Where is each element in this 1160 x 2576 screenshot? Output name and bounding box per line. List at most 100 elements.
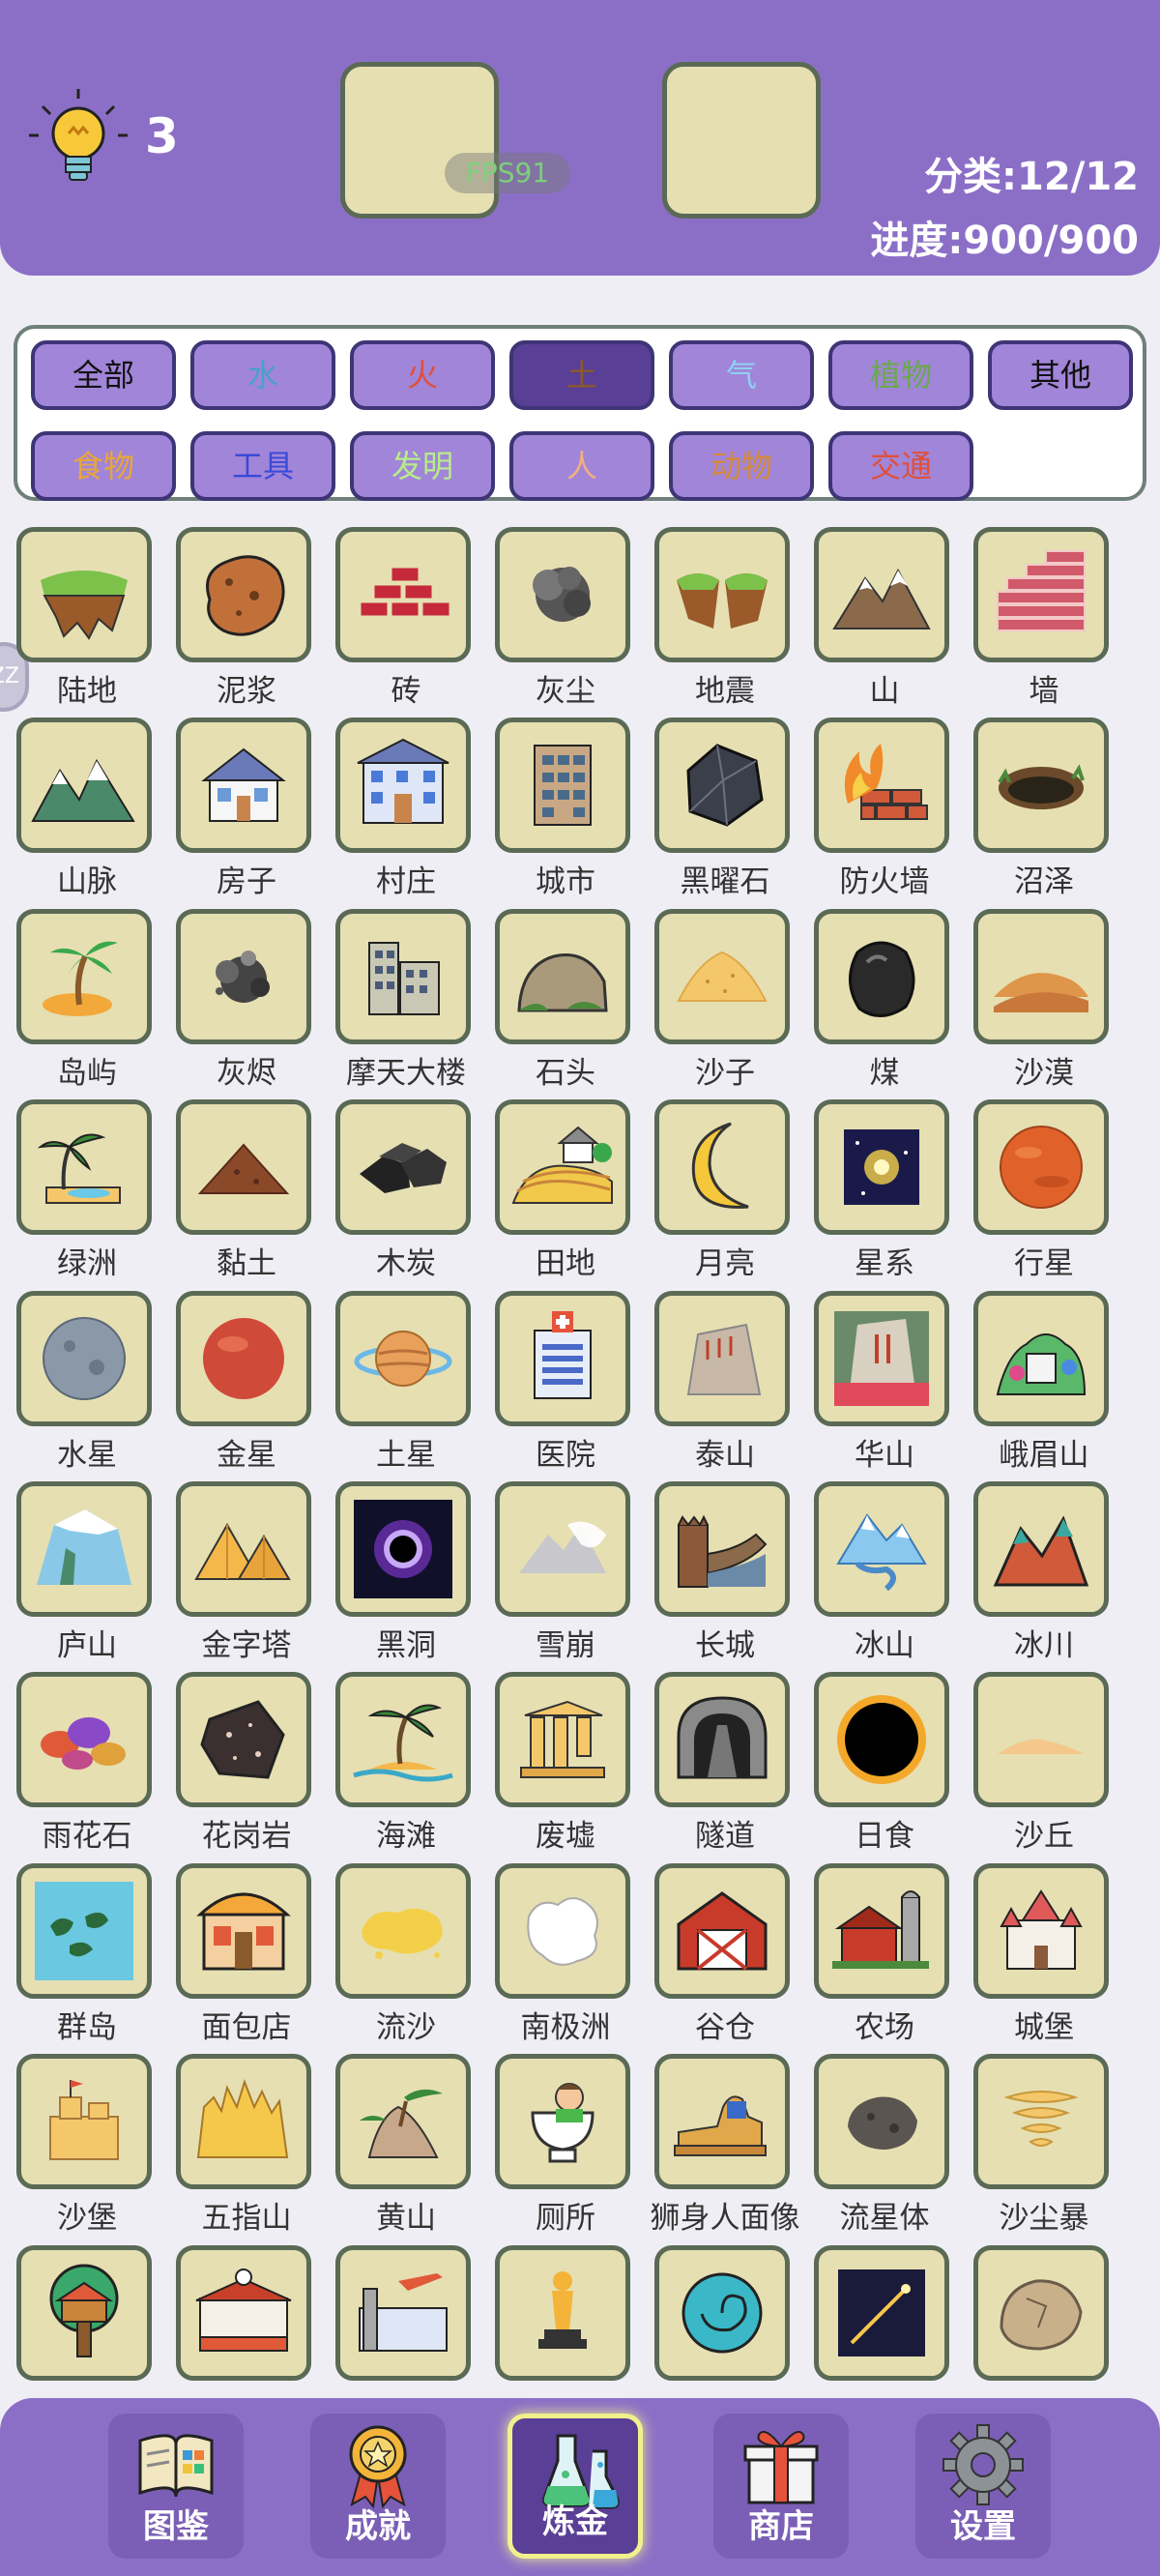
category-tab[interactable]: 交通 [828,431,973,501]
element-tile[interactable]: 绿洲 [8,1099,166,1289]
category-tab[interactable]: 工具 [190,431,335,501]
element-card[interactable] [495,1672,630,1807]
element-tile[interactable]: 冰川 [965,1481,1123,1671]
category-tab[interactable]: 全部 [31,340,176,410]
element-tile[interactable]: 城市 [486,717,645,907]
element-card[interactable] [654,717,790,853]
element-card[interactable] [495,1291,630,1426]
element-card[interactable] [973,1291,1109,1426]
element-card[interactable] [973,527,1109,662]
element-tile[interactable]: 流沙 [327,1863,485,2053]
element-card[interactable] [335,1481,471,1617]
element-tile[interactable]: 行星 [965,1099,1123,1289]
element-card[interactable] [814,1099,949,1235]
element-tile[interactable]: 面包店 [167,1863,326,2053]
category-tab[interactable]: 火 [350,340,495,410]
element-card[interactable] [495,527,630,662]
element-card[interactable] [176,527,311,662]
element-card[interactable] [495,2054,630,2189]
nav-encyclopedia[interactable]: 图鉴 [108,2414,244,2559]
element-tile[interactable]: 石头 [486,909,645,1098]
element-card[interactable] [654,2054,790,2189]
element-card[interactable] [16,1863,152,1999]
element-card[interactable] [495,717,630,853]
element-card[interactable] [176,1863,311,1999]
element-card[interactable] [495,1863,630,1999]
element-tile[interactable]: 谷仓 [646,1863,804,2053]
category-tab[interactable]: 土 [509,340,654,410]
element-card[interactable] [814,1481,949,1617]
element-card[interactable] [16,527,152,662]
element-tile[interactable]: 海滩 [327,1672,485,1861]
element-card[interactable] [176,909,311,1044]
element-tile[interactable]: 煤 [805,909,964,1098]
element-tile[interactable]: 南极洲 [486,1863,645,2053]
element-tile[interactable]: 黏土 [167,1099,326,1289]
element-tile[interactable]: 摩天大楼 [327,909,485,1098]
element-tile[interactable]: 山脉 [8,717,166,907]
element-tile[interactable]: 黄山 [327,2054,485,2243]
element-card[interactable] [176,717,311,853]
lightbulb-hint-icon[interactable] [25,85,131,191]
element-card[interactable] [973,909,1109,1044]
element-tile[interactable]: 峨眉山 [965,1291,1123,1480]
element-tile[interactable]: 医院 [486,1291,645,1480]
element-card[interactable] [335,2245,471,2381]
element-card[interactable] [654,1099,790,1235]
element-card[interactable] [16,1481,152,1617]
category-tab[interactable]: 气 [669,340,814,410]
category-tab[interactable]: 植物 [828,340,973,410]
element-tile[interactable]: 金字塔 [167,1481,326,1671]
element-tile[interactable]: 长城 [646,1481,804,1671]
element-tile[interactable]: 庐山 [8,1481,166,1671]
element-card[interactable] [654,1863,790,1999]
element-card[interactable] [16,2245,152,2381]
element-tile[interactable]: 陆地 [8,527,166,717]
element-tile[interactable]: 沙子 [646,909,804,1098]
element-tile[interactable]: 金星 [167,1291,326,1480]
element-tile[interactable]: 隧道 [646,1672,804,1861]
element-tile[interactable]: 废墟 [486,1672,645,1861]
element-card[interactable] [973,717,1109,853]
element-card[interactable] [16,717,152,853]
element-tile[interactable]: 沙漠 [965,909,1123,1098]
element-tile[interactable]: 黑曜石 [646,717,804,907]
element-card[interactable] [973,1863,1109,1999]
element-card[interactable] [495,1099,630,1235]
element-card[interactable] [654,1481,790,1617]
element-card[interactable] [973,2054,1109,2189]
element-card[interactable] [495,1481,630,1617]
element-card[interactable] [176,1672,311,1807]
category-tab[interactable]: 其他 [988,340,1133,410]
element-card[interactable] [335,1863,471,1999]
element-tile[interactable]: 沙尘暴 [965,2054,1123,2243]
element-card[interactable] [814,2054,949,2189]
combine-slot-right[interactable] [662,62,821,219]
element-tile[interactable]: 日食 [805,1672,964,1861]
element-tile[interactable]: 沙堡 [8,2054,166,2243]
category-tab[interactable]: 发明 [350,431,495,501]
element-card[interactable] [814,1672,949,1807]
element-card[interactable] [973,2245,1109,2381]
element-card[interactable] [176,1099,311,1235]
element-tile[interactable]: 房子 [167,717,326,907]
element-card[interactable] [973,1099,1109,1235]
element-tile[interactable]: 墙 [965,527,1123,717]
element-tile[interactable]: 星系 [805,1099,964,1289]
element-card[interactable] [654,909,790,1044]
element-tile[interactable]: 城堡 [965,1863,1123,2053]
element-card[interactable] [176,2054,311,2189]
element-tile[interactable]: 沼泽 [965,717,1123,907]
element-tile[interactable]: 山 [805,527,964,717]
combine-slot-left[interactable] [340,62,499,219]
element-tile[interactable]: 华山 [805,1291,964,1480]
element-tile[interactable]: 花岗岩 [167,1672,326,1861]
element-card[interactable] [335,1099,471,1235]
element-tile[interactable]: 灰烬 [167,909,326,1098]
category-tab[interactable]: 食物 [31,431,176,501]
element-card[interactable] [16,1291,152,1426]
category-tab[interactable]: 人 [509,431,654,501]
element-tile[interactable]: 灰尘 [486,527,645,717]
element-tile[interactable]: 黑洞 [327,1481,485,1671]
element-card[interactable] [335,527,471,662]
